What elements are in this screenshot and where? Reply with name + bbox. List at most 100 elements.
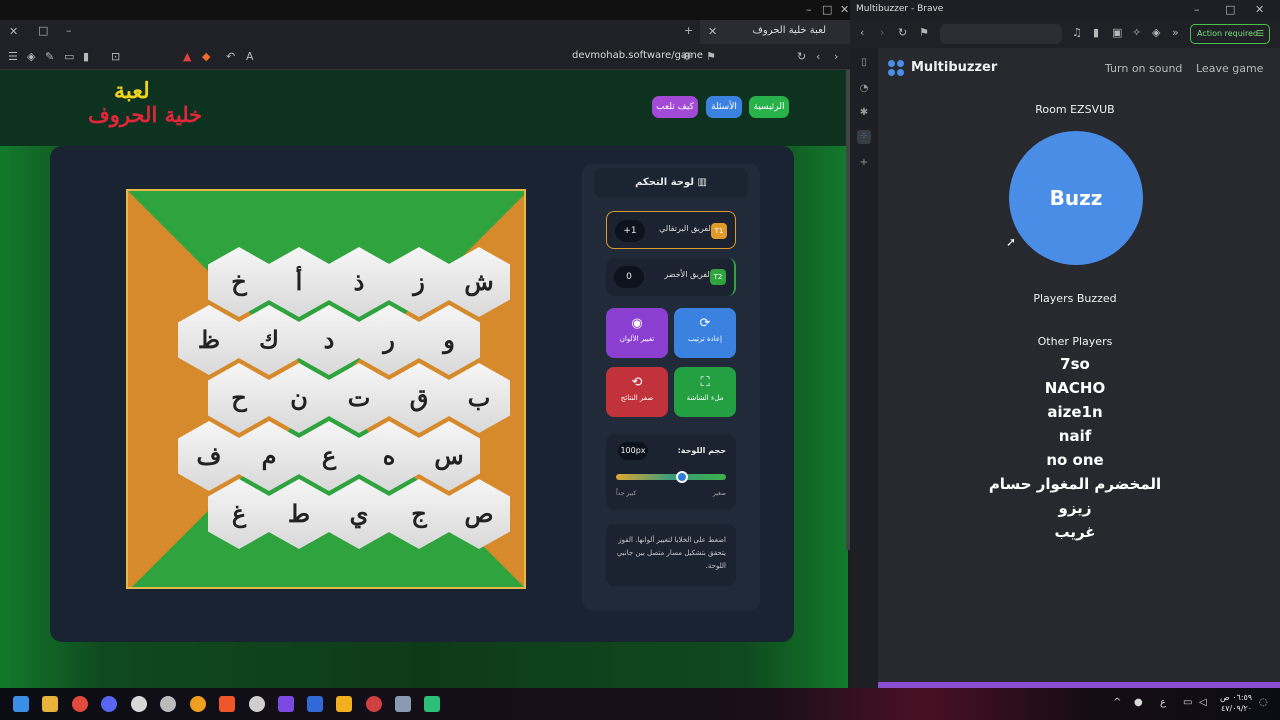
buzz-button[interactable]: Buzz [1009,131,1143,265]
app-icon[interactable] [366,696,382,712]
sidebar-icon[interactable]: ▮ [1093,27,1099,38]
file-explorer-icon[interactable] [42,696,58,712]
action-required-button[interactable]: Action required ☰ [1190,24,1270,44]
microphone-icon[interactable]: ● [1134,697,1143,708]
chrome-icon[interactable] [72,696,88,712]
sidebar-icon[interactable]: ▮ [83,51,89,62]
other-players-heading: Other Players [1037,335,1113,348]
reset-results-button[interactable]: ⟲ صفر النتائج [606,367,668,417]
screenshot-icon[interactable]: ⊡ [111,51,120,62]
action-required-label: Action required [1197,29,1259,38]
brave-icon[interactable] [219,696,235,712]
window-title: Multibuzzer - Brave [856,4,944,14]
player-name: 7so [1060,355,1090,373]
turn-on-sound-link[interactable]: Turn on sound [1105,62,1182,75]
mouse-cursor-icon: ➚ [1006,235,1017,249]
app-icon[interactable] [190,696,206,712]
restore-icon[interactable]: □ [38,25,48,36]
extension-icon[interactable]: ✱ [857,106,871,120]
left-titlebar: – □ ✕ [0,0,850,20]
team-green-card[interactable]: 0 الفريق الأخضر T2 [606,258,736,296]
settings-sliders-icon[interactable]: ⚙ [682,51,692,62]
close-icon[interactable]: ✕ [840,4,849,15]
bookmark-icon[interactable]: ⚑ [706,51,716,62]
discord-icon[interactable] [101,696,117,712]
tab-game[interactable]: ✕ لعبة خلية الحروف [700,20,850,44]
leave-game-link[interactable]: Leave game [1196,62,1263,75]
reload-icon[interactable]: ↻ [898,27,907,38]
close-icon[interactable]: ✕ [1255,4,1264,15]
maximize-icon[interactable]: □ [1225,4,1235,15]
team-green-name: الفريق الأخضر [664,270,712,279]
music-icon[interactable]: ♫ [1072,27,1082,38]
back-icon[interactable]: ‹ [860,27,864,38]
browser-sidebar: ▯ ◔ ✱ ⁘ + [850,48,878,688]
app-icon[interactable] [131,696,147,712]
steam-icon[interactable] [249,696,265,712]
left-browser-window: – □ ✕ ✕ □ – + ✕ لعبة خلية الحروف ☰ ◈ ✎ ▭… [0,0,850,688]
language-indicator[interactable]: ع [1160,697,1166,708]
taskbar: ^ ● ع ▭ ◁ ٠٦:٥٩ ص ٤٧/٠٩/٢٠ ◌ [0,688,1280,720]
palette-icon: ◉ [631,316,643,331]
settings-icon[interactable] [395,696,411,712]
minimize-icon[interactable]: – [806,4,812,15]
close-icon[interactable]: ✕ [9,26,18,37]
app-icon[interactable] [336,696,352,712]
reload-icon[interactable]: ↻ [797,51,806,62]
more-icon[interactable]: » [1172,27,1179,38]
team-orange-card[interactable]: +1 الفريق البرتقالي T1 [606,211,736,249]
brave-shield-icon[interactable]: ◆ [202,51,210,62]
pen-icon[interactable]: ✎ [45,51,54,62]
new-tab-icon[interactable]: + [684,25,693,36]
app-icon[interactable] [424,696,440,712]
tabs-icon[interactable]: ▭ [64,51,74,62]
control-panel-title: ▥ لوحة التحكم [594,168,748,198]
multibuzzer-app-icon[interactable]: ⁘ [857,130,871,144]
team-orange-name: الفريق البرتقالي [659,224,713,233]
forward-icon[interactable]: › [834,51,838,62]
app-icon[interactable] [278,696,294,712]
history-icon[interactable]: ◔ [857,82,871,96]
volume-icon[interactable]: ◁ [1199,697,1207,708]
obs-icon[interactable] [160,696,176,712]
reshuffle-label: إعادة ترتيب [687,335,722,343]
add-icon[interactable]: + [857,156,871,170]
change-colors-button[interactable]: ◉ تغيير الألوان [606,308,668,358]
chevron-up-icon[interactable]: ^ [1113,697,1121,708]
fullscreen-button[interactable]: ⛶ ملء الشاشة [674,367,736,417]
player-name: NACHO [1044,379,1106,397]
alert-icon[interactable]: ▲ [183,51,191,62]
clock-time: ٠٦:٥٩ ص [1220,693,1253,702]
back-icon[interactable]: ‹ [816,51,820,62]
tab-close-icon[interactable]: ✕ [708,26,717,37]
undo-icon[interactable]: ↶ [226,51,235,62]
forward-icon[interactable]: › [880,27,884,38]
questions-button[interactable]: الأسئلة [706,96,742,118]
minimize-icon[interactable]: – [1194,4,1200,15]
clock[interactable]: ٠٦:٥٩ ص ٤٧/٠٩/٢٠ [1220,692,1252,714]
home-button[interactable]: الرئيسية [749,96,789,118]
bookmark-icon[interactable]: ⚑ [919,27,929,38]
refresh-icon: ⟳ [699,316,711,331]
maximize-icon[interactable]: □ [822,4,832,15]
start-icon[interactable] [13,696,29,712]
sidebar-panel-icon[interactable]: ▯ [857,56,871,70]
fullscreen-label: ملء الشاشة [686,394,724,402]
right-url-field[interactable] [940,24,1062,44]
leo-icon[interactable]: ✧ [1132,27,1141,38]
shield-icon[interactable]: ◈ [27,51,35,62]
menu-icon[interactable]: ☰ [8,51,18,62]
board-size-slider-knob[interactable] [676,471,688,483]
player-name: naif [1058,427,1092,445]
how-to-play-button[interactable]: كيف تلعب [652,96,698,118]
network-icon[interactable]: ▭ [1183,697,1192,708]
notification-icon[interactable]: ◌ [1259,697,1268,708]
board-size-slider[interactable] [616,474,726,480]
app-icon[interactable] [307,696,323,712]
shield-icon[interactable]: ◈ [1152,27,1160,38]
minimize-icon[interactable]: – [66,25,72,36]
translate-icon[interactable]: A [246,51,254,62]
wallet-icon[interactable]: ▣ [1112,27,1122,38]
right-titlebar: Multibuzzer - Brave – □ ✕ [850,0,1280,20]
reshuffle-button[interactable]: ⟳ إعادة ترتيب [674,308,736,358]
